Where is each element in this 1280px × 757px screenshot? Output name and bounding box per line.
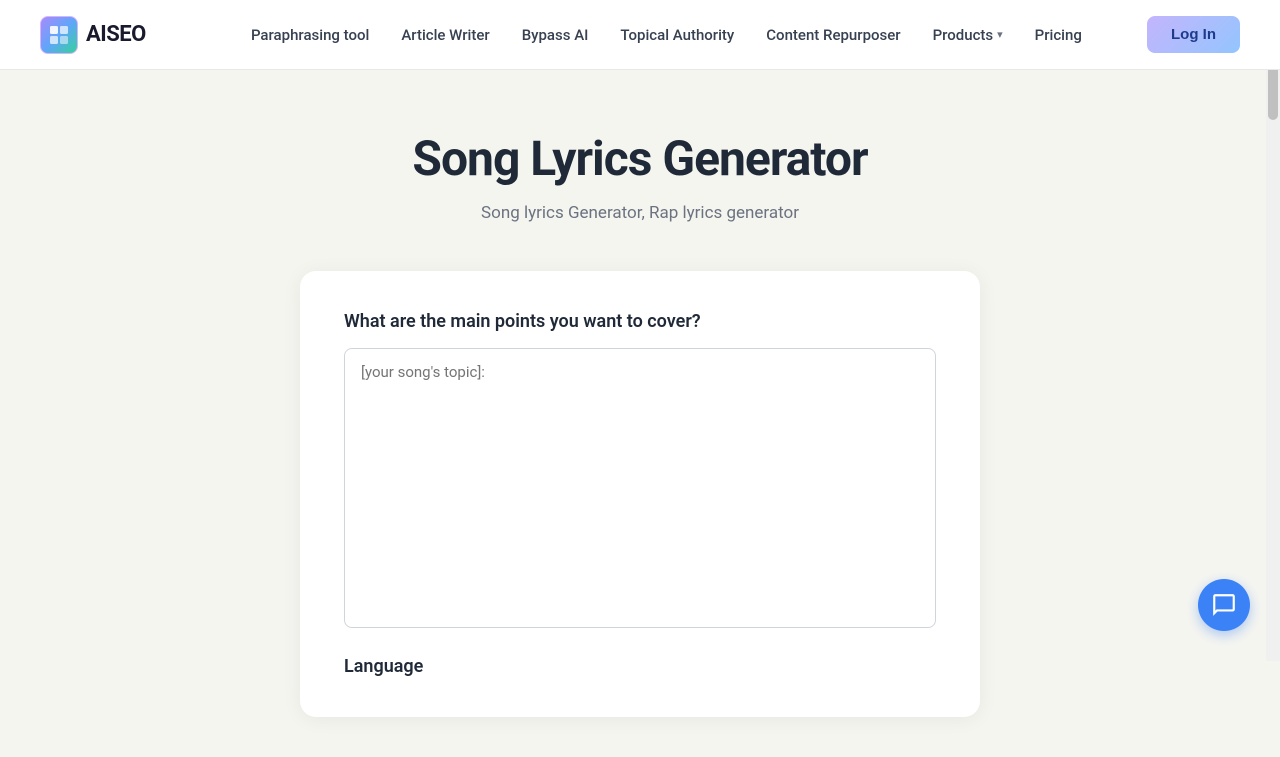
language-label: Language [344, 656, 936, 677]
page-subtitle: Song lyrics Generator, Rap lyrics genera… [481, 203, 799, 223]
page-title: Song Lyrics Generator [412, 130, 867, 187]
chat-bubble-button[interactable] [1198, 579, 1250, 631]
brand-name: AISEO [86, 22, 146, 47]
nav-item-pricing[interactable]: Pricing [1021, 18, 1096, 52]
chat-icon [1211, 592, 1237, 618]
form-card: What are the main points you want to cov… [300, 271, 980, 717]
topic-textarea[interactable] [344, 348, 936, 628]
login-button[interactable]: Log In [1147, 16, 1240, 53]
logo-icon [40, 16, 78, 54]
navbar: AISEO Paraphrasing tool Article Writer B… [0, 0, 1280, 70]
nav-item-paraphrasing-tool[interactable]: Paraphrasing tool [237, 18, 383, 52]
nav-item-bypass-ai[interactable]: Bypass AI [508, 18, 603, 52]
nav-item-article-writer[interactable]: Article Writer [387, 18, 503, 52]
products-chevron-icon: ▾ [997, 28, 1003, 41]
nav-links: Paraphrasing tool Article Writer Bypass … [186, 18, 1147, 52]
nav-item-products[interactable]: Products ▾ [919, 18, 1017, 52]
nav-right: Log In [1147, 16, 1240, 53]
main-content: Song Lyrics Generator Song lyrics Genera… [0, 70, 1280, 757]
scrollbar-track [1266, 0, 1280, 661]
nav-item-topical-authority[interactable]: Topical Authority [606, 18, 748, 52]
logo[interactable]: AISEO [40, 16, 146, 54]
nav-item-content-repurposer[interactable]: Content Repurposer [752, 18, 914, 52]
main-points-label: What are the main points you want to cov… [344, 311, 936, 332]
